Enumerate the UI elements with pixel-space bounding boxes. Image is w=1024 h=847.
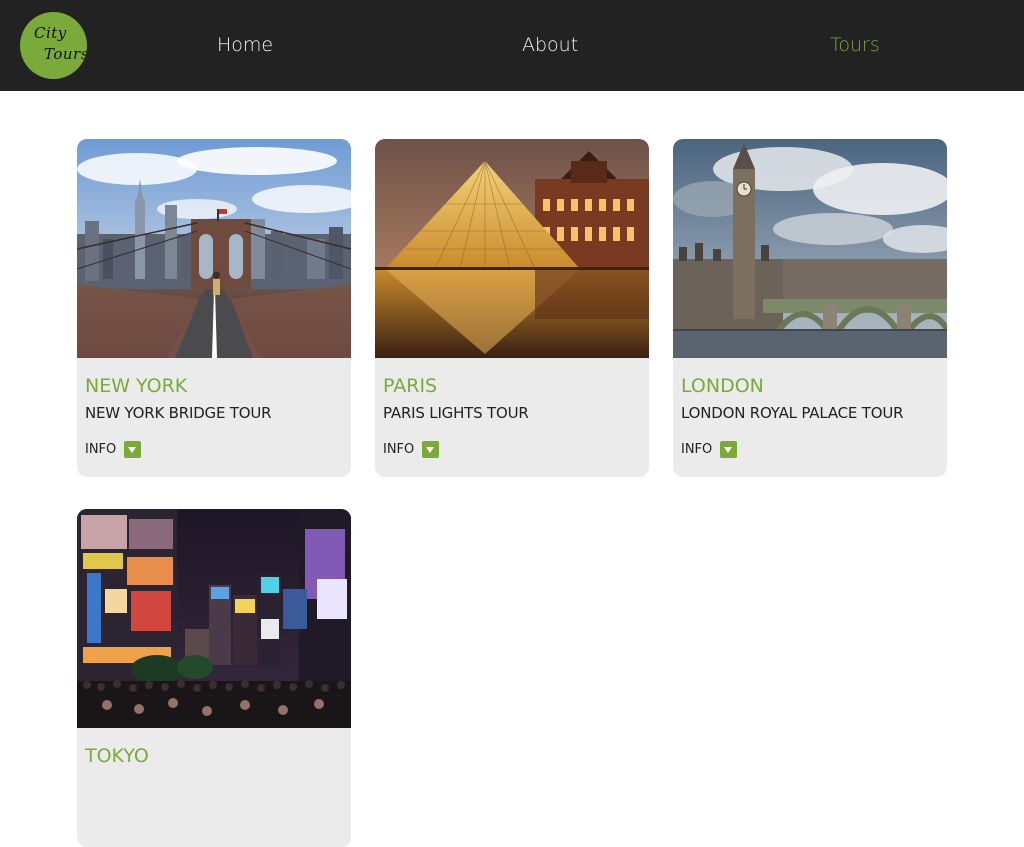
chevron-down-icon[interactable] <box>124 440 142 458</box>
nav-link-home[interactable]: Home <box>217 34 273 56</box>
louvre-pyramid-photo <box>375 139 649 358</box>
info-toggle-button[interactable]: INFO <box>681 439 738 459</box>
info-toggle-button[interactable]: INFO <box>85 439 142 459</box>
chevron-down-icon[interactable] <box>422 440 440 458</box>
info-label: INFO <box>85 441 117 457</box>
tour-title: NEW YORK BRIDGE TOUR <box>85 404 272 422</box>
nav-link-tours[interactable]: Tours <box>830 34 880 56</box>
shibuya-night-photo <box>77 509 351 728</box>
nav-link-about[interactable]: About <box>522 34 578 56</box>
top-navigation-bar: City Tours Home About Tours <box>0 0 1024 91</box>
tour-title: PARIS LIGHTS TOUR <box>383 404 529 422</box>
tour-card-london[interactable]: LONDON LONDON ROYAL PALACE TOUR INFO <box>673 139 947 477</box>
tour-title: LONDON ROYAL PALACE TOUR <box>681 404 904 422</box>
tour-city: TOKYO <box>85 745 149 767</box>
tour-card-tokyo[interactable]: TOKYO <box>77 509 351 847</box>
brooklyn-bridge-photo <box>77 139 351 358</box>
info-label: INFO <box>383 441 415 457</box>
chevron-down-icon[interactable] <box>720 440 738 458</box>
city-tours-logo[interactable]: City Tours <box>20 12 87 79</box>
logo-text-line2: Tours <box>44 45 87 63</box>
tour-card-paris[interactable]: PARIS PARIS LIGHTS TOUR INFO <box>375 139 649 477</box>
big-ben-photo <box>673 139 947 358</box>
info-toggle-button[interactable]: INFO <box>383 439 440 459</box>
tour-city: PARIS <box>383 375 438 397</box>
tour-city: LONDON <box>681 375 764 397</box>
logo-text-line1: City <box>34 24 67 42</box>
tour-card-new-york[interactable]: NEW YORK NEW YORK BRIDGE TOUR INFO <box>77 139 351 477</box>
info-label: INFO <box>681 441 713 457</box>
tour-city: NEW YORK <box>85 375 188 397</box>
